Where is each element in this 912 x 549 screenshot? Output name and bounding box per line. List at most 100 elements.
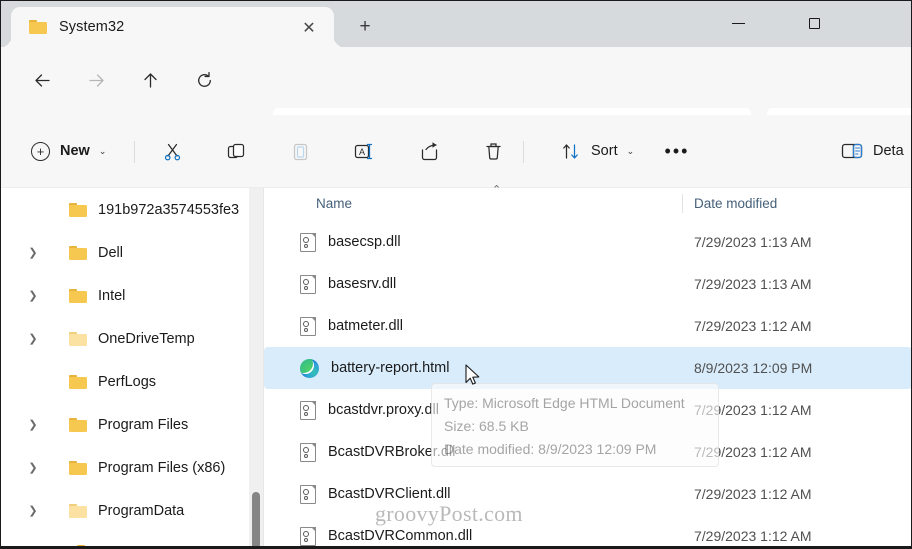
- plus-circle-icon: +: [31, 141, 50, 161]
- column-divider[interactable]: [682, 194, 683, 213]
- toolbar-divider: [523, 141, 524, 163]
- arrow-up-icon: [143, 72, 157, 88]
- file-explorer-window: System32 ✕ + Search System32 + New ⌄ A S…: [0, 0, 912, 549]
- maximize-button[interactable]: [791, 7, 837, 40]
- table-row[interactable]: batmeter.dll 7/29/2023 1:12 AM: [264, 305, 911, 347]
- scissors-icon: [164, 143, 180, 160]
- file-name: basesrv.dll: [328, 276, 397, 292]
- navigation-bar: › … › Windows › System32 ›: [1, 47, 911, 146]
- tree-item-onedrivetemp[interactable]: ❯ OneDriveTemp: [1, 317, 263, 360]
- tab-label: System32: [59, 19, 125, 35]
- tree-item-program-files-x86[interactable]: ❯ Program Files (x86): [1, 446, 263, 489]
- folder-icon: [69, 460, 87, 475]
- refresh-icon: [197, 71, 211, 87]
- tree-item-perflogs[interactable]: ❯PerfLogs: [1, 360, 263, 403]
- column-header-date-modified[interactable]: Date modified: [694, 196, 777, 211]
- close-icon[interactable]: ✕: [298, 17, 320, 39]
- command-bar: + New ⌄ A Sort ⌄ ••• Deta: [1, 115, 911, 187]
- table-row[interactable]: basesrv.dll 7/29/2023 1:13 AM: [264, 263, 911, 305]
- folder-icon: [29, 20, 47, 34]
- copy-button[interactable]: [217, 133, 255, 169]
- maximize-icon: [808, 18, 820, 29]
- details-view-label: Deta: [873, 143, 904, 159]
- file-list-pane: ⌃ Name Date modified basecsp.dll 7/29/202…: [263, 184, 911, 548]
- folder-icon: [69, 288, 87, 303]
- toolbar-divider: [134, 141, 135, 163]
- rename-button[interactable]: A: [345, 133, 383, 169]
- file-name: BcastDVRClient.dll: [328, 486, 451, 502]
- tree-item-programdata[interactable]: ❯ ProgramData: [1, 489, 263, 532]
- tree-item-label: Program Files: [98, 416, 189, 433]
- file-name: batmeter.dll: [328, 318, 403, 334]
- dll-icon: [300, 232, 316, 252]
- table-row[interactable]: BcastDVRCommon.dll 7/29/2023 1:12 AM: [264, 515, 911, 548]
- more-options-button[interactable]: •••: [657, 133, 697, 169]
- file-name: BcastDVRCommon.dll: [328, 528, 473, 544]
- rename-icon: A: [354, 143, 373, 159]
- tree-item-program-files[interactable]: ❯ Program Files: [1, 403, 263, 446]
- back-button[interactable]: [23, 61, 61, 99]
- file-tooltip: Type: Microsoft Edge HTML Document Size:…: [431, 383, 719, 467]
- table-row[interactable]: BcastDVRClient.dll 7/29/2023 1:12 AM: [264, 473, 911, 515]
- dll-icon: [300, 484, 316, 504]
- forward-button: [77, 61, 115, 99]
- chevron-right-icon[interactable]: ❯: [25, 289, 41, 302]
- dll-icon: [300, 442, 316, 462]
- tree-item-label: OneDriveTemp: [98, 330, 195, 347]
- details-view-button[interactable]: Deta: [841, 133, 904, 169]
- share-button[interactable]: [410, 133, 448, 169]
- file-date-modified: 7/29/2023 1:12 AM: [694, 528, 812, 544]
- tree-item-label: Dell: [98, 244, 123, 261]
- folder-icon: [69, 331, 87, 346]
- file-date-modified: 8/9/2023 12:09 PM: [694, 360, 813, 376]
- refresh-button[interactable]: [185, 61, 223, 99]
- navpane-scrollbar[interactable]: [249, 188, 263, 548]
- tree-item-191b972a3574553fe3[interactable]: ❯191b972a3574553fe3: [1, 188, 263, 231]
- details-pane-icon: [841, 143, 863, 159]
- folder-icon: [69, 202, 87, 217]
- folder-icon: [69, 417, 87, 432]
- file-date-modified: 7/29/2023 1:13 AM: [694, 276, 812, 292]
- tooltip-size: Size: 68.5 KB: [444, 418, 529, 434]
- sort-button[interactable]: Sort ⌄: [553, 133, 642, 169]
- chevron-right-icon[interactable]: ❯: [25, 418, 41, 431]
- chevron-right-icon[interactable]: ❯: [25, 332, 41, 345]
- sort-ascending-icon: ⌃: [492, 184, 502, 196]
- dll-icon: [300, 400, 316, 420]
- chevron-right-icon[interactable]: ❯: [25, 504, 41, 517]
- up-button[interactable]: [131, 61, 169, 99]
- chevron-right-icon[interactable]: ❯: [25, 246, 41, 259]
- dll-icon: [300, 526, 316, 546]
- clipboard-icon: [293, 143, 307, 160]
- new-button[interactable]: + New ⌄: [23, 133, 114, 169]
- new-tab-icon[interactable]: +: [353, 15, 377, 39]
- table-row[interactable]: basecsp.dll 7/29/2023 1:13 AM: [264, 221, 911, 263]
- window-bottom-edge: [1, 546, 911, 548]
- file-date-modified: 7/29/2023 1:13 AM: [694, 234, 812, 250]
- tree-item-label: Intel: [98, 287, 126, 304]
- file-name: bcastdvr.proxy.dll: [328, 402, 439, 418]
- arrow-right-icon: [88, 73, 104, 87]
- dll-icon: [300, 316, 316, 336]
- file-name: battery-report.html: [331, 360, 450, 376]
- tree-item-dell[interactable]: ❯ Dell: [1, 231, 263, 274]
- tab-system32[interactable]: System32 ✕: [11, 7, 334, 47]
- column-header-name[interactable]: Name: [316, 196, 352, 211]
- tree-item-label: Program Files (x86): [98, 459, 226, 476]
- tree-item-intel[interactable]: ❯ Intel: [1, 274, 263, 317]
- arrow-left-icon: [34, 73, 50, 87]
- chevron-right-icon[interactable]: ❯: [25, 461, 41, 474]
- cut-button[interactable]: [153, 133, 191, 169]
- trash-icon: [485, 142, 501, 160]
- tooltip-date-modified: Date modified: 8/9/2023 12:09 PM: [444, 441, 657, 457]
- tree-item-label: PerfLogs: [98, 373, 157, 390]
- tab-strip: System32 ✕ +: [1, 1, 911, 47]
- sort-icon: [563, 143, 578, 159]
- minimize-icon: [731, 22, 745, 25]
- content-area: ❯191b972a3574553fe3 ❯ Dell ❯ Intel ❯ OneDriveT…: [1, 184, 911, 548]
- navpane-scrollbar-thumb[interactable]: [252, 492, 260, 548]
- minimize-button[interactable]: [715, 7, 761, 40]
- edge-icon: [300, 358, 319, 378]
- delete-button[interactable]: [474, 133, 512, 169]
- navigation-pane: ❯191b972a3574553fe3 ❯ Dell ❯ Intel ❯ OneDriveT…: [1, 188, 263, 548]
